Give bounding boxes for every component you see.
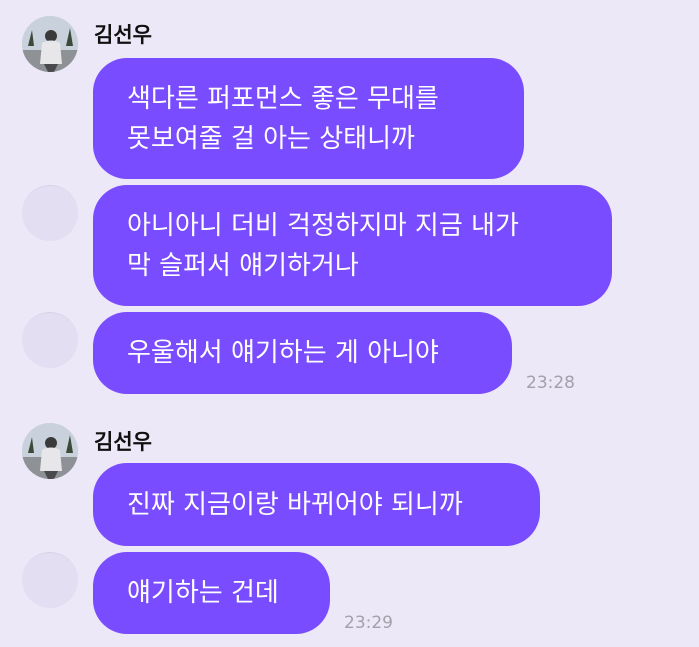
- message-bubble[interactable]: 진짜 지금이랑 바뀌어야 되니까: [93, 463, 540, 546]
- message-text-line: 색다른 퍼포먼스 좋은 무대를: [127, 83, 439, 114]
- hidden-avatar-placeholder: [22, 185, 78, 241]
- sender-name: 김선우: [94, 23, 152, 47]
- hidden-avatar-placeholder: [22, 312, 78, 368]
- avatar-photo-icon: [22, 423, 78, 479]
- message-bubble[interactable]: 얘기하는 건데: [93, 552, 330, 634]
- message-text-line: 우울해서 얘기하는 게 아니야: [127, 338, 439, 368]
- message-timestamp: 23:28: [526, 373, 575, 393]
- message-timestamp: 23:29: [344, 613, 393, 633]
- message-text-line: 막 슬퍼서 얘기하거나: [127, 250, 359, 281]
- message-bubble[interactable]: 아니아니 더비 걱정하지마 지금 내가 막 슬퍼서 얘기하거나: [93, 185, 612, 306]
- message-text-line: 진짜 지금이랑 바뀌어야 되니까: [127, 489, 463, 520]
- sender-avatar[interactable]: [22, 423, 78, 479]
- message-bubble[interactable]: 우울해서 얘기하는 게 아니야: [93, 312, 512, 394]
- sender-avatar[interactable]: [22, 16, 78, 72]
- message-text-line: 얘기하는 건데: [127, 578, 279, 608]
- message-text-line: 아니아니 더비 걱정하지마 지금 내가: [127, 210, 519, 241]
- message-text-line: 못보여줄 걸 아는 상태니까: [127, 123, 415, 154]
- message-bubble[interactable]: 색다른 퍼포먼스 좋은 무대를 못보여줄 걸 아는 상태니까: [93, 58, 524, 179]
- avatar-photo-icon: [22, 16, 78, 72]
- hidden-avatar-placeholder: [22, 552, 78, 608]
- sender-name: 김선우: [94, 430, 152, 454]
